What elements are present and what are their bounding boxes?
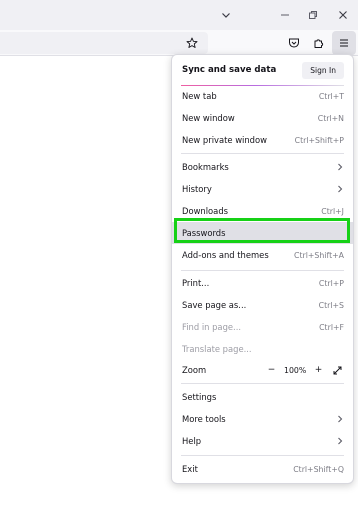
- menu-separator: [181, 455, 344, 456]
- title-bar: [0, 0, 358, 30]
- chevron-right-icon: [336, 415, 344, 423]
- menu-item-label: Print...: [182, 278, 210, 288]
- list-all-tabs-button[interactable]: [211, 0, 241, 30]
- chevron-right-icon: [336, 185, 344, 193]
- minimize-button[interactable]: [270, 0, 300, 30]
- zoom-level[interactable]: 100%: [284, 366, 306, 375]
- menu-item-label: Add-ons and themes: [182, 250, 269, 260]
- fullscreen-button[interactable]: [331, 364, 344, 377]
- menu-item-label: New private window: [182, 135, 267, 145]
- restore-button[interactable]: [298, 0, 328, 30]
- menu-item-shortcut: Ctrl+F: [319, 322, 344, 332]
- menu-item-label: New tab: [182, 91, 217, 101]
- menu-item-label: New window: [182, 113, 235, 123]
- menu-item-help[interactable]: Help: [172, 430, 353, 452]
- zoom-out-button[interactable]: −: [265, 364, 278, 377]
- menu-item-label: History: [182, 184, 212, 194]
- menu-item-shortcut: Ctrl+Shift+P: [294, 135, 344, 145]
- menu-item-translate-page: Translate page...: [172, 338, 353, 360]
- menu-item-shortcut: Ctrl+Shift+Q: [293, 464, 344, 474]
- menu-item-shortcut: Ctrl+P: [318, 278, 344, 288]
- hamburger-icon: [340, 39, 348, 47]
- bookmark-star-button[interactable]: [180, 31, 204, 55]
- puzzle-icon: [314, 39, 324, 48]
- menu-item-shortcut: Ctrl+J: [321, 206, 344, 216]
- star-icon: [186, 37, 198, 48]
- chevron-right-icon: [336, 437, 344, 445]
- menu-item-new-private-window[interactable]: New private window Ctrl+Shift+P: [172, 129, 353, 151]
- menu-item-label: Settings: [182, 392, 217, 402]
- menu-item-label: More tools: [182, 414, 226, 424]
- menu-item-find-in-page[interactable]: Find in page... Ctrl+F: [172, 316, 353, 338]
- menu-item-label: Translate page...: [182, 344, 252, 354]
- menu-item-new-tab[interactable]: New tab Ctrl+T: [172, 85, 353, 107]
- menu-item-zoom: Zoom − 100% +: [172, 359, 353, 381]
- menu-item-label: Bookmarks: [182, 162, 229, 172]
- menu-item-label: Help: [182, 436, 202, 446]
- menu-item-more-tools[interactable]: More tools: [172, 408, 353, 430]
- pocket-button[interactable]: [282, 31, 306, 55]
- sign-in-button[interactable]: Sign In: [302, 61, 344, 79]
- menu-item-settings[interactable]: Settings: [172, 386, 353, 408]
- menu-item-shortcut: Ctrl+T: [318, 91, 344, 101]
- menu-item-label: Find in page...: [182, 322, 242, 332]
- menu-item-shortcut: Ctrl+Shift+A: [294, 250, 344, 260]
- menu-item-label: Save page as...: [182, 300, 247, 310]
- pocket-icon: [289, 38, 299, 48]
- menu-item-print[interactable]: Print... Ctrl+P: [172, 272, 353, 294]
- menu-item-history[interactable]: History: [172, 178, 353, 200]
- menu-item-new-window[interactable]: New window Ctrl+N: [172, 107, 353, 129]
- extensions-button[interactable]: [307, 31, 331, 55]
- fullscreen-icon: [333, 366, 342, 374]
- menu-item-shortcut: Ctrl+N: [317, 113, 344, 123]
- menu-separator: [181, 383, 344, 384]
- menu-item-addons-and-themes[interactable]: Add-ons and themes Ctrl+Shift+A: [172, 244, 353, 266]
- app-menu-panel: Sync and save data Sign In New tab Ctrl+…: [171, 54, 354, 484]
- close-icon: [339, 11, 347, 19]
- menu-item-bookmarks[interactable]: Bookmarks: [172, 156, 353, 178]
- navigation-toolbar: [0, 30, 358, 56]
- menu-item-label: Downloads: [182, 206, 228, 216]
- menu-item-exit[interactable]: Exit Ctrl+Shift+Q: [172, 458, 353, 480]
- sync-label: Sync and save data: [182, 65, 277, 75]
- chevron-right-icon: [336, 163, 344, 171]
- restore-icon: [309, 11, 317, 19]
- menu-item-shortcut: Ctrl+S: [318, 300, 344, 310]
- close-window-button[interactable]: [328, 0, 358, 30]
- zoom-in-button[interactable]: +: [312, 364, 325, 377]
- menu-item-label: Passwords: [182, 228, 226, 238]
- menu-item-label: Exit: [182, 464, 198, 474]
- chevron-down-icon: [222, 13, 230, 18]
- menu-separator: [181, 153, 344, 154]
- menu-separator: [181, 270, 344, 271]
- menu-item-downloads[interactable]: Downloads Ctrl+J: [172, 200, 353, 222]
- app-menu-button[interactable]: [332, 31, 356, 55]
- menu-item-passwords[interactable]: Passwords: [172, 222, 353, 244]
- minimize-icon: [281, 14, 289, 16]
- menu-item-save-page-as[interactable]: Save page as... Ctrl+S: [172, 294, 353, 316]
- sync-row: Sync and save data Sign In: [172, 55, 353, 85]
- zoom-controls: − 100% +: [265, 364, 344, 377]
- menu-item-label: Zoom: [182, 365, 207, 375]
- url-bar[interactable]: [0, 32, 208, 54]
